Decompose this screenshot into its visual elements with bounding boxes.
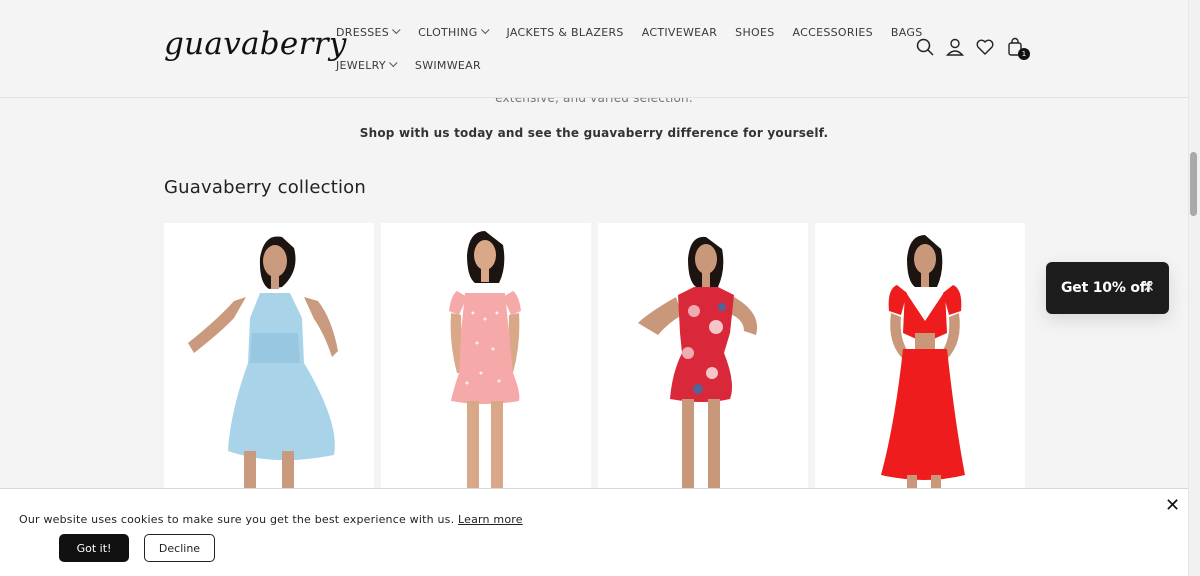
learn-more-link[interactable]: Learn more [458,513,523,526]
product-grid [164,223,1032,503]
chevron-down-icon [388,58,398,68]
chevron-down-icon [480,25,490,35]
product-card[interactable] [598,223,808,503]
collection-title: Guavaberry collection [164,177,366,198]
close-icon[interactable]: ✕ [1142,278,1155,296]
product-image [638,236,758,503]
main-nav-row-1: DRESSES CLOTHING JACKETS & BLAZERS ACTIV… [336,24,941,40]
discount-popup-label: Get 10% off [1061,280,1152,296]
site-header: guavaberry DRESSES CLOTHING JACKETS & BL… [0,0,1188,98]
nav-label: SWIMWEAR [414,58,481,72]
intro-text-bold: Shop with us today and see the guavaberr… [359,126,829,140]
nav-label: ACCESSORIES [792,25,873,39]
product-card[interactable] [164,223,374,503]
cart-count-badge: 1 [1018,48,1030,60]
scrollbar-track[interactable] [1188,0,1200,576]
product-image [188,236,338,503]
nav-label: ACTIVEWEAR [641,25,718,39]
nav-item-shoes[interactable]: SHOES [735,24,774,40]
main-nav-row-2: JEWELRY SWIMWEAR [336,57,499,73]
cookie-banner: Our website uses cookies to make sure yo… [0,488,1188,576]
nav-item-swimwear[interactable]: SWIMWEAR [415,57,481,73]
product-image [881,235,965,503]
heart-icon[interactable] [974,36,996,58]
nav-label: CLOTHING [418,25,478,39]
product-card[interactable] [815,223,1025,503]
nav-label: SHOES [735,25,775,39]
cookie-message-text: Our website uses cookies to make sure yo… [19,513,455,526]
site-logo[interactable]: guavaberry [164,26,347,62]
nav-item-dresses[interactable]: DRESSES [336,24,401,40]
close-icon[interactable]: ✕ [1165,495,1180,516]
nav-item-clothing[interactable]: CLOTHING [418,24,490,40]
product-image [449,231,521,503]
nav-item-jewelry[interactable]: JEWELRY [336,57,398,73]
cart-icon[interactable]: 1 [1004,36,1030,60]
nav-label: JEWELRY [336,58,386,72]
nav-label: JACKETS & BLAZERS [506,25,624,39]
search-icon[interactable] [914,36,936,58]
nav-item-accessories[interactable]: ACCESSORIES [793,24,873,40]
accept-cookies-button[interactable]: Got it! [59,534,129,562]
chevron-down-icon [392,25,401,35]
product-card[interactable] [381,223,591,503]
decline-cookies-button[interactable]: Decline [144,534,215,562]
scrollbar-thumb[interactable] [1190,152,1197,216]
discount-popup[interactable]: Get 10% off ✕ [1046,262,1169,314]
nav-item-jackets-blazers[interactable]: JACKETS & BLAZERS [507,24,624,40]
account-icon[interactable] [944,36,966,58]
nav-item-activewear[interactable]: ACTIVEWEAR [642,24,717,40]
nav-label: DRESSES [336,25,390,39]
header-icons: 1 [914,36,1034,60]
cookie-message: Our website uses cookies to make sure yo… [19,513,523,526]
